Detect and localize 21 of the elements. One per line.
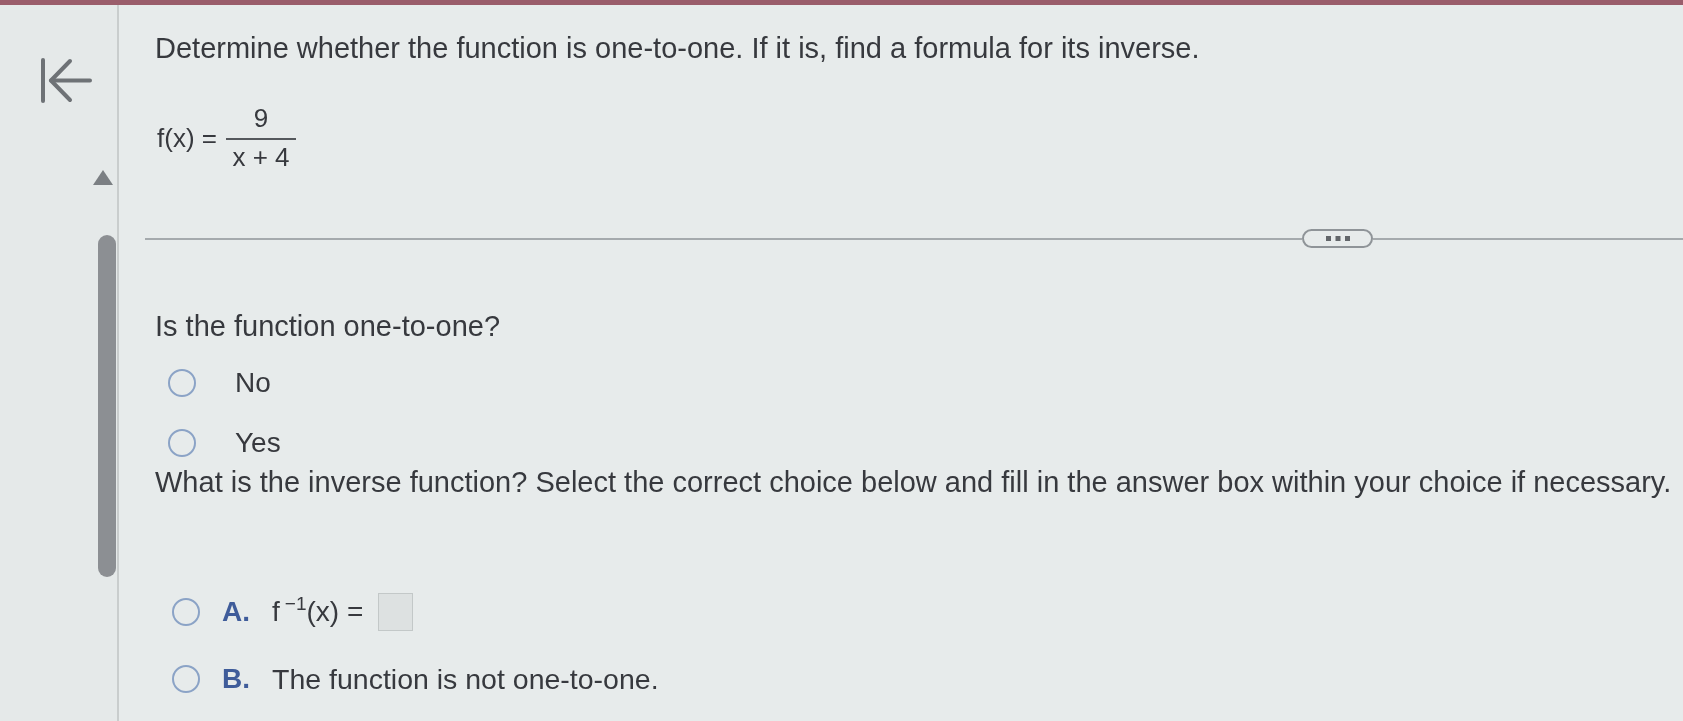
fraction-numerator: 9 (252, 103, 270, 133)
ellipsis-icon (1325, 236, 1350, 241)
choice-text: The function is not one-to-one. (272, 663, 659, 695)
radio-button[interactable] (168, 429, 196, 457)
fraction-denominator: x + 4 (231, 142, 291, 172)
option-label[interactable]: Yes (235, 427, 281, 459)
scrollbar-thumb[interactable] (98, 235, 116, 577)
radio-button[interactable] (172, 598, 200, 626)
choice-letter: B. (222, 663, 250, 695)
question-prompt: Is the function one-to-one? (155, 310, 500, 343)
choice-formula: f$^{−1}$(x) = (272, 596, 364, 628)
option-label[interactable]: No (235, 367, 271, 399)
question-instruction: Determine whether the function is one-to-one. If it is, find a formula for its inverse. (155, 32, 1200, 65)
up-triangle-icon[interactable] (93, 170, 113, 185)
radio-button[interactable] (168, 369, 196, 397)
answer-box[interactable] (378, 593, 414, 631)
question-prompt: What is the inverse function? Select the correct choice below and fill in the answer box within your choice if necessary. (155, 466, 1672, 499)
more-button[interactable] (1302, 229, 1373, 248)
function-label: f(x) = (157, 122, 217, 153)
choice-letter: A. (222, 596, 250, 628)
radio-button[interactable] (172, 665, 200, 693)
